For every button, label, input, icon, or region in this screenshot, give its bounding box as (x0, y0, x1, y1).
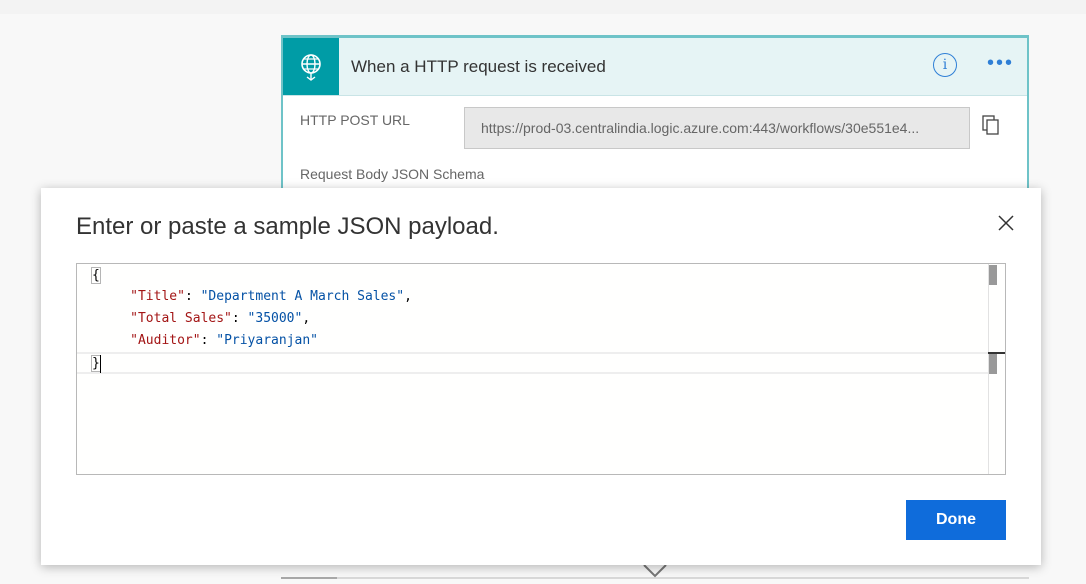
json-key: "Auditor" (130, 333, 201, 348)
editor-line: "Total Sales": "35000", (91, 308, 310, 330)
globe-request-icon (283, 38, 339, 95)
request-body-schema-label: Request Body JSON Schema (300, 166, 485, 182)
editor-line: "Auditor": "Priyaranjan" (91, 330, 318, 352)
http-post-url-label: HTTP POST URL (300, 112, 410, 128)
json-value: "35000" (247, 311, 303, 326)
json-key: "Title" (130, 289, 185, 304)
json-key: "Total Sales" (130, 311, 232, 326)
more-options-icon[interactable]: ••• (987, 52, 1014, 75)
open-brace: { (91, 267, 101, 284)
info-icon[interactable]: i (933, 53, 957, 77)
json-value: "Department A March Sales" (200, 289, 405, 304)
card-header[interactable]: When a HTTP request is received i ••• (283, 38, 1027, 96)
http-post-url-field[interactable]: https://prod-03.centralindia.logic.azure… (464, 107, 970, 149)
sample-json-dialog: Enter or paste a sample JSON payload. { … (41, 188, 1041, 565)
editor-scrollbar[interactable] (988, 264, 1005, 474)
json-value: "Priyaranjan" (216, 333, 318, 348)
scrollbar-thumb[interactable] (989, 265, 997, 285)
copy-icon[interactable] (981, 115, 1001, 142)
dialog-title: Enter or paste a sample JSON payload. (76, 213, 499, 240)
scrollbar-cursor-marker (989, 354, 997, 374)
http-trigger-card[interactable]: When a HTTP request is received i ••• HT… (281, 35, 1029, 195)
editor-line: "Title": "Department A March Sales", (91, 286, 412, 308)
editor-line: { (91, 265, 101, 287)
json-colon: : (200, 333, 217, 348)
json-comma: , (404, 289, 412, 304)
json-payload-editor[interactable]: { "Title": "Department A March Sales", "… (76, 263, 1006, 475)
json-comma: , (302, 311, 311, 326)
close-icon[interactable] (998, 215, 1014, 236)
top-background-band (0, 0, 1086, 14)
json-colon: : (231, 311, 248, 326)
text-cursor (100, 355, 101, 373)
card-title: When a HTTP request is received (351, 57, 606, 76)
current-line-highlight (77, 352, 988, 374)
json-colon: : (184, 289, 201, 304)
done-button[interactable]: Done (906, 500, 1006, 540)
